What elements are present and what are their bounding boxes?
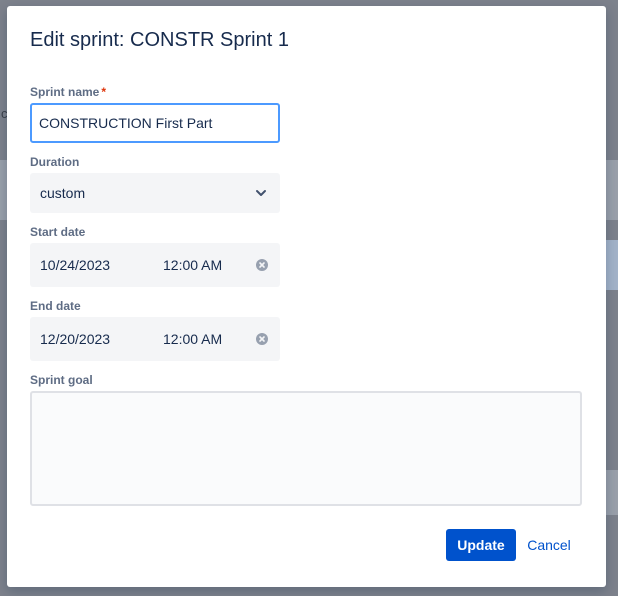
end-time-input[interactable]: 12:00 AM — [163, 331, 222, 347]
background-row — [606, 240, 618, 290]
clear-icon[interactable] — [256, 259, 268, 271]
required-mark: * — [101, 85, 107, 99]
end-date-field: 12/20/2023 12:00 AM — [30, 317, 280, 361]
end-date-label: End date — [30, 299, 81, 313]
clear-icon[interactable] — [256, 333, 268, 345]
sprint-name-input[interactable] — [30, 103, 280, 143]
sprint-name-label: Sprint name * — [30, 85, 106, 99]
sprint-goal-textarea[interactable] — [30, 391, 582, 506]
duration-label: Duration — [30, 155, 80, 169]
start-date-input[interactable]: 10/24/2023 — [40, 257, 110, 273]
duration-select[interactable]: custom — [30, 173, 280, 213]
dialog-title: Edit sprint: CONSTR Sprint 1 — [30, 29, 289, 51]
sprint-name-label-text: Sprint name — [30, 85, 100, 99]
start-time-input[interactable]: 12:00 AM — [163, 257, 222, 273]
duration-value: custom — [40, 185, 86, 201]
background-row — [606, 470, 618, 515]
sprint-goal-label: Sprint goal — [30, 373, 93, 387]
chevron-down-icon — [256, 190, 266, 196]
edit-sprint-dialog: Edit sprint: CONSTR Sprint 1 Sprint name… — [7, 6, 606, 587]
cancel-button[interactable]: Cancel — [520, 529, 578, 561]
update-button[interactable]: Update — [446, 529, 516, 561]
start-date-field: 10/24/2023 12:00 AM — [30, 243, 280, 287]
start-date-label: Start date — [30, 225, 86, 239]
end-date-input[interactable]: 12/20/2023 — [40, 331, 110, 347]
